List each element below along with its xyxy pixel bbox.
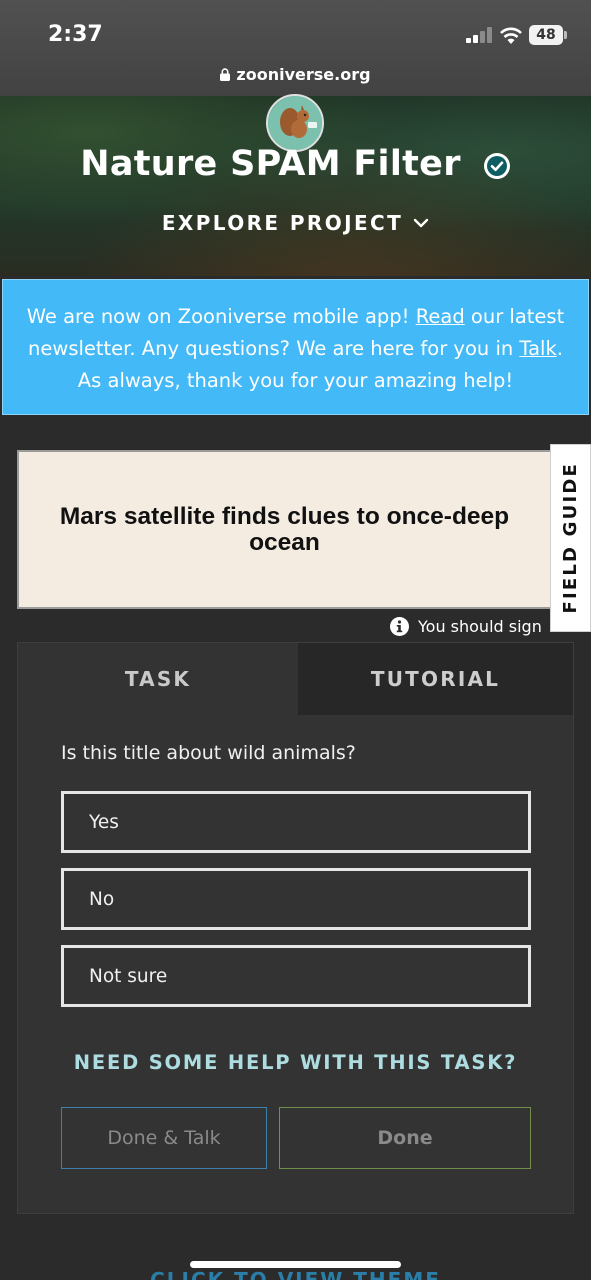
field-guide-label: FIELD GUIDE: [560, 462, 581, 614]
task-panel: TASK TUTORIAL Is this title about wild a…: [17, 642, 574, 1214]
done-button[interactable]: Done: [279, 1107, 531, 1169]
task-help-link[interactable]: NEED SOME HELP WITH THIS TASK?: [18, 1051, 573, 1074]
url-text: zooniverse.org: [236, 64, 371, 84]
status-bar: 2:37 48 zooniverse.org: [0, 0, 591, 96]
announcement-banner: We are now on Zooniverse mobile app! Rea…: [2, 279, 589, 415]
cellular-signal-icon: [466, 27, 492, 43]
home-indicator[interactable]: [190, 1261, 401, 1268]
tab-tutorial[interactable]: TUTORIAL: [298, 643, 573, 715]
signin-note-text: You should sign: [418, 616, 542, 636]
answer-yes-button[interactable]: Yes: [61, 791, 531, 853]
task-question: Is this title about wild animals?: [61, 742, 356, 764]
lock-icon: [220, 67, 231, 81]
info-icon: [390, 616, 409, 636]
page: 2:37 48 zooniverse.org Nature SPAM Filte…: [0, 0, 591, 1280]
project-title-text: Nature SPAM Filter: [80, 144, 461, 184]
subject-title: Mars satellite finds clues to once-deep …: [59, 502, 510, 556]
url-bar[interactable]: zooniverse.org: [0, 60, 591, 88]
verified-badge-icon: [483, 153, 510, 179]
answer-not-sure-button[interactable]: Not sure: [61, 945, 531, 1007]
explore-project-label: EXPLORE PROJECT: [161, 211, 404, 235]
talk-link[interactable]: Talk: [519, 337, 556, 360]
project-title: Nature SPAM Filter: [0, 144, 591, 184]
answer-no-button[interactable]: No: [61, 868, 531, 930]
chevron-down-icon: [413, 218, 429, 228]
clock: 2:37: [48, 22, 103, 47]
wifi-icon: [500, 27, 522, 44]
tab-task[interactable]: TASK: [18, 643, 298, 715]
read-newsletter-link[interactable]: Read: [416, 305, 465, 328]
battery-icon: 48: [529, 25, 567, 45]
theme-toggle-link[interactable]: CLICK TO VIEW THEME: [0, 1268, 591, 1280]
battery-level: 48: [529, 25, 563, 45]
done-and-talk-button[interactable]: Done & Talk: [61, 1107, 267, 1169]
subject-viewer: Mars satellite finds clues to once-deep …: [17, 450, 552, 609]
field-guide-tab[interactable]: FIELD GUIDE: [550, 444, 591, 632]
announcement-text-1: We are now on Zooniverse mobile app!: [26, 305, 416, 328]
explore-project-menu[interactable]: EXPLORE PROJECT: [0, 211, 591, 235]
signin-note: You should sign: [390, 615, 550, 637]
